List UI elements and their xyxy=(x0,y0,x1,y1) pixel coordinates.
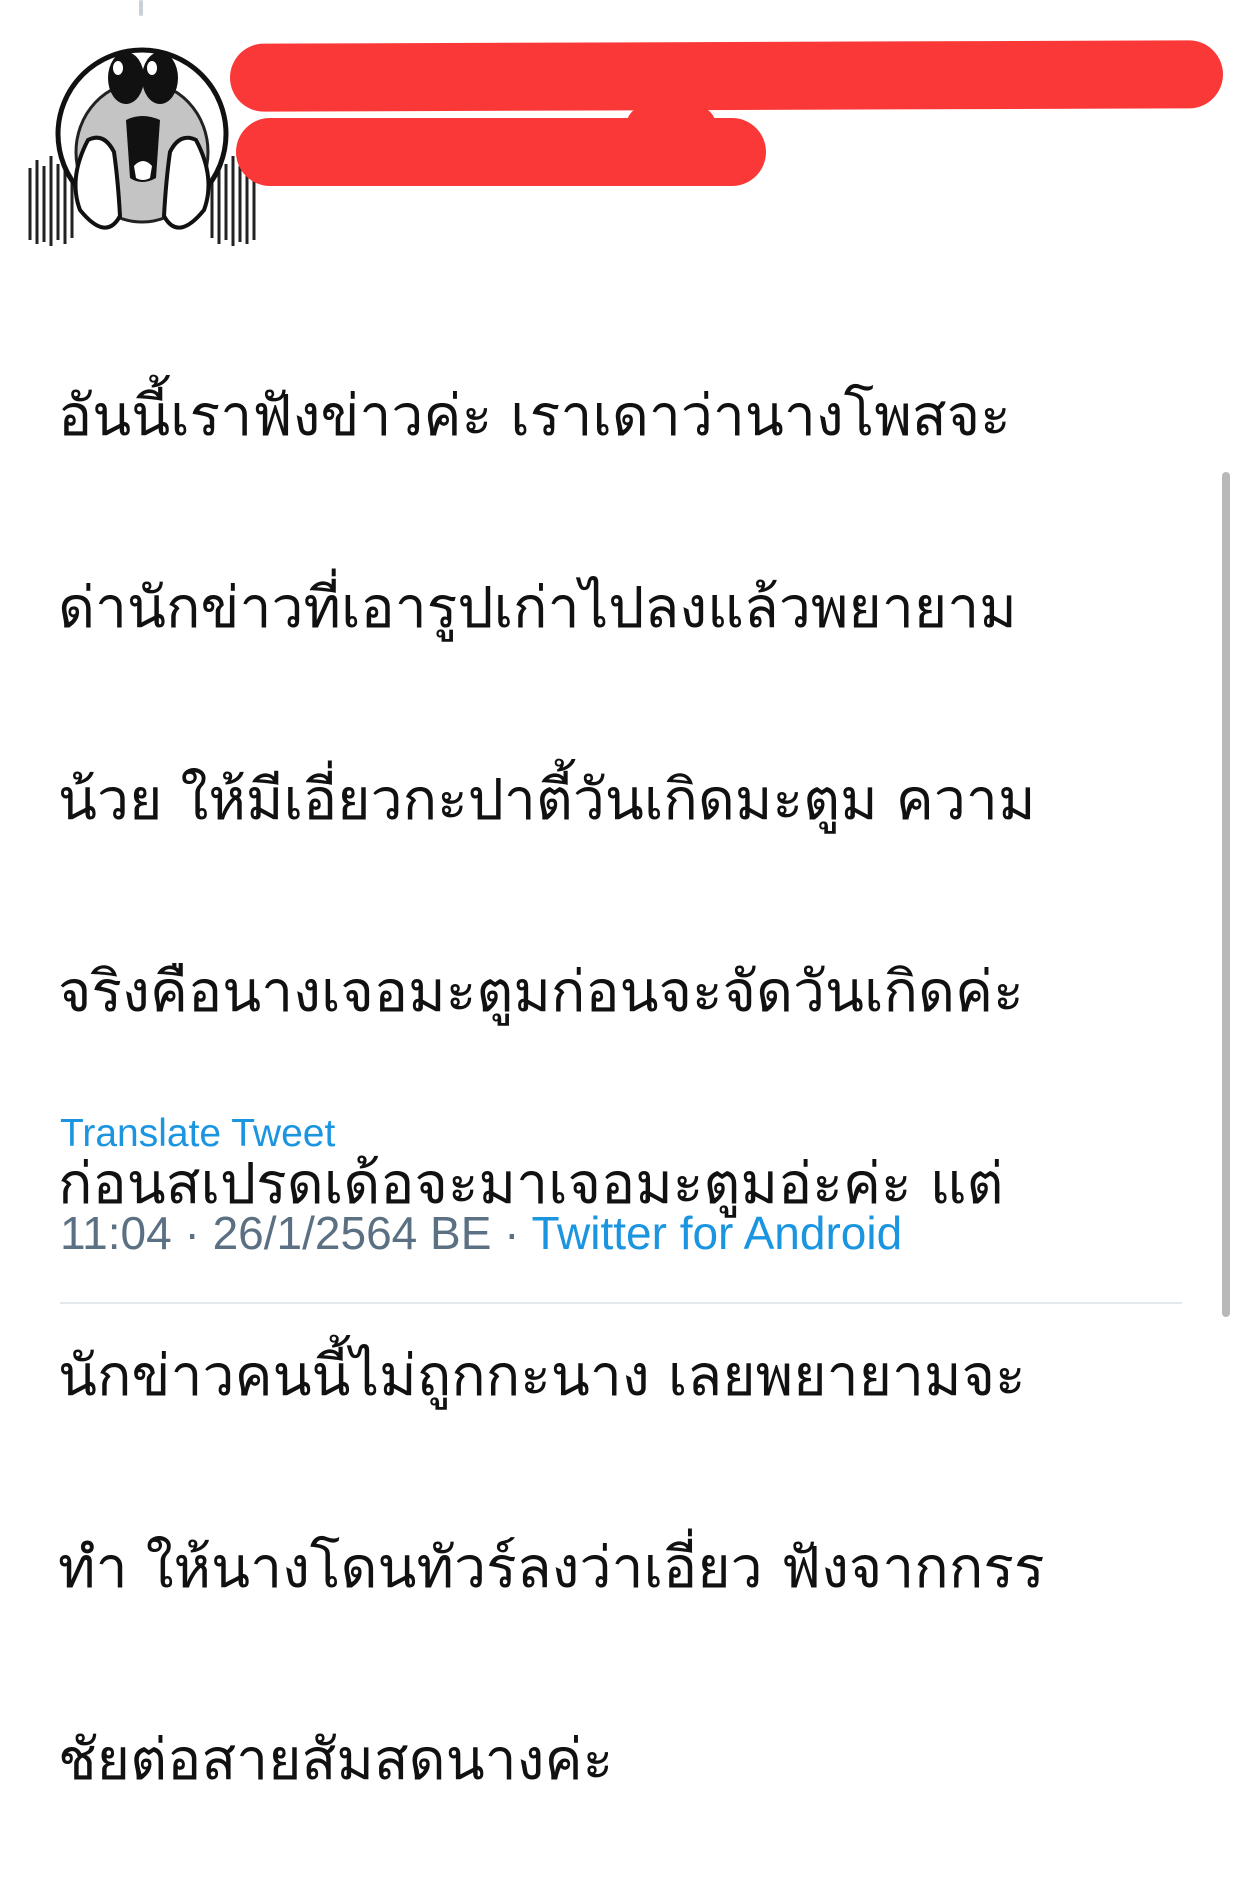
scrollbar[interactable] xyxy=(1222,472,1230,1317)
translate-tweet-link[interactable]: Translate Tweet xyxy=(60,1112,335,1156)
tweet-time: 11:04 xyxy=(60,1207,172,1259)
tweet-text-line: ด่านักข่าวที่เอารูปเก่าไปลงแล้วพยายาม xyxy=(58,575,1017,641)
tweet-metadata: 11:04 · 26/1/2564 BE · Twitter for Andro… xyxy=(60,1206,902,1260)
meta-separator: · xyxy=(171,1207,213,1259)
tweet-source-link[interactable]: Twitter for Android xyxy=(531,1207,902,1259)
tweet-text: อันนี้เราฟังข่าวค่ะ เราเดาว่านางโพสจะ ด่… xyxy=(58,272,1208,1904)
meta-separator: · xyxy=(491,1207,532,1259)
redacted-display-name xyxy=(229,40,1224,112)
tweet-text-line: น้วย ให้มีเอี่ยวกะปาตี้วันเกิดมะตูม ความ xyxy=(58,767,1036,833)
tweet-text-line: อันนี้เราฟังข่าวค่ะ เราเดาว่านางโพสจะ xyxy=(58,383,1011,449)
tweet-text-line: ทำ ให้นางโดนทัวร์ลงว่าเอี่ยว ฟังจากกรร xyxy=(58,1535,1045,1601)
shocked-face-sticker-icon xyxy=(28,47,256,246)
tweet-text-line: นักข่าวคนนี้ไม่ถูกกะนาง เลยพยายามจะ xyxy=(58,1343,1026,1409)
tweet-text-line: ชัยต่อสายสัมสดนางค่ะ xyxy=(58,1727,614,1793)
tweet-date: 26/1/2564 BE xyxy=(212,1207,492,1259)
redacted-username xyxy=(236,106,766,186)
thread-connector-line xyxy=(139,0,143,16)
divider xyxy=(60,1302,1182,1304)
tweet-text-line: จริงคือนางเจอมะตูมก่อนจะจัดวันเกิดค่ะ xyxy=(58,959,1024,1025)
author-avatar[interactable] xyxy=(22,28,262,250)
